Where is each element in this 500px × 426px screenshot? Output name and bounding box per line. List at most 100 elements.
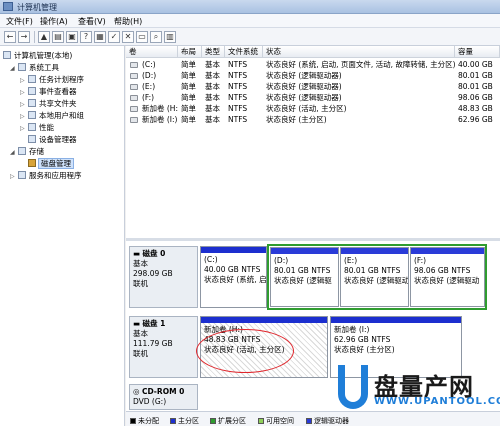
back-icon[interactable]: ← xyxy=(4,31,16,43)
cell-filesystem: NTFS xyxy=(228,115,248,124)
watermark: 盘量产网 WWW.UPANTOOL.COM xyxy=(338,365,500,413)
tree-label: 服务和应用程序 xyxy=(29,171,82,180)
users-icon xyxy=(28,111,36,119)
storage-icon xyxy=(18,147,26,155)
partition-size: 40.00 GB NTFS xyxy=(204,265,261,274)
properties-icon[interactable]: ▣ xyxy=(66,31,78,43)
column-header-volume[interactable]: 卷 xyxy=(126,46,178,58)
partition-label: (F:) xyxy=(414,256,427,265)
partition-size: 62.96 GB NTFS xyxy=(334,335,391,344)
tree-label: 存储 xyxy=(29,147,44,156)
menu-file[interactable]: 文件(F) xyxy=(6,16,33,27)
disk-size: 298.09 GB xyxy=(133,269,173,278)
cell-volume: 新加卷 (I:) xyxy=(142,115,178,124)
partition-size: 98.06 GB NTFS xyxy=(414,266,471,275)
table-row[interactable]: 新加卷 (I:) 简单 基本 NTFS 状态良好 (主分区) 62.96 GB xyxy=(126,115,500,125)
tree-item-event-viewer[interactable]: ▷ 事件查看器 xyxy=(20,86,77,97)
tree-item-local-users[interactable]: ▷ 本地用户和组 xyxy=(20,110,84,121)
cell-status: 状态良好 (活动, 主分区) xyxy=(266,104,347,113)
refresh-icon[interactable]: ✓ xyxy=(108,31,120,43)
tree-label: 本地用户和组 xyxy=(39,111,84,120)
disk-type: 基本 xyxy=(133,329,148,338)
cell-status: 状态良好 (系统, 启动, 页面文件, 活动, 故障转储, 主分区) xyxy=(266,60,455,69)
volume-icon xyxy=(130,62,138,68)
partition-f[interactable]: (F:) 98.06 GB NTFS 状态良好 (逻辑驱动 xyxy=(410,247,485,307)
tree-item-system-tools[interactable]: ◢ 系统工具 xyxy=(10,62,59,73)
column-header-type[interactable]: 类型 xyxy=(202,46,225,58)
tree-item-device-manager[interactable]: 设备管理器 xyxy=(28,134,77,145)
delete-icon[interactable]: ✕ xyxy=(122,31,134,43)
disk-state: 联机 xyxy=(133,279,148,288)
tree-label: 计算机管理(本地) xyxy=(14,51,73,60)
partition-c[interactable]: (C:) 40.00 GB NTFS 状态良好 (系统, 启动 xyxy=(200,246,267,308)
expand-down-icon[interactable]: ◢ xyxy=(10,65,17,72)
help-icon[interactable]: ? xyxy=(80,31,92,43)
disk-state: 联机 xyxy=(133,349,148,358)
forward-icon[interactable]: → xyxy=(18,31,30,43)
tree-item-services[interactable]: ▷ 服务和应用程序 xyxy=(10,170,82,181)
toolbar-separator xyxy=(34,31,35,43)
table-row[interactable]: (E:) 简单 基本 NTFS 状态良好 (逻辑驱动器) 80.01 GB xyxy=(126,82,500,92)
disk-size: 111.79 GB xyxy=(133,339,173,348)
cell-type: 基本 xyxy=(205,82,220,91)
show-tree-icon[interactable]: ▤ xyxy=(52,31,64,43)
expand-down-icon[interactable]: ◢ xyxy=(10,149,17,156)
cdrom-0-label[interactable]: ◎ CD-ROM 0 DVD (G:) xyxy=(129,384,198,410)
cell-filesystem: NTFS xyxy=(228,82,248,91)
tree-item-root[interactable]: 计算机管理(本地) xyxy=(3,50,72,61)
table-row[interactable]: (C:) 简单 基本 NTFS 状态良好 (系统, 启动, 页面文件, 活动, … xyxy=(126,60,500,70)
table-row[interactable]: (D:) 简单 基本 NTFS 状态良好 (逻辑驱动器) 80.01 GB xyxy=(126,71,500,81)
tree-item-shared-folders[interactable]: ▷ 共享文件夹 xyxy=(20,98,77,109)
volume-icon xyxy=(130,95,138,101)
column-header-layout[interactable]: 布局 xyxy=(178,46,202,58)
cell-volume: 新加卷 (H:) xyxy=(142,104,178,113)
menu-action[interactable]: 操作(A) xyxy=(40,16,68,27)
cell-capacity: 80.01 GB xyxy=(458,82,493,91)
primary-partition-bar xyxy=(201,247,266,253)
disk-name: CD-ROM 0 xyxy=(141,387,185,396)
column-header-capacity[interactable]: 容量 xyxy=(455,46,500,58)
table-row[interactable]: (F:) 简单 基本 NTFS 状态良好 (逻辑驱动器) 98.06 GB xyxy=(126,93,500,103)
tree-item-task-scheduler[interactable]: ▷ 任务计划程序 xyxy=(20,74,84,85)
partition-size: 80.01 GB NTFS xyxy=(274,266,331,275)
expand-right-icon[interactable]: ▷ xyxy=(10,173,17,180)
tree-item-performance[interactable]: ▷ 性能 xyxy=(20,122,54,133)
disk-name: 磁盘 0 xyxy=(142,249,166,258)
open-icon[interactable]: ▭ xyxy=(136,31,148,43)
export-icon[interactable]: ▥ xyxy=(164,31,176,43)
cell-type: 基本 xyxy=(205,71,220,80)
disk-0-label[interactable]: ▬ 磁盘 0 基本 298.09 GB 联机 xyxy=(129,246,198,308)
cell-layout: 简单 xyxy=(181,93,196,102)
expand-right-icon[interactable]: ▷ xyxy=(20,89,27,96)
cell-type: 基本 xyxy=(205,104,220,113)
menu-help[interactable]: 帮助(H) xyxy=(114,16,142,27)
tree-label: 性能 xyxy=(39,123,54,132)
cell-layout: 简单 xyxy=(181,82,196,91)
partition-d[interactable]: (D:) 80.01 GB NTFS 状态良好 (逻辑驱 xyxy=(270,247,339,307)
partition-status: 状态良好 (逻辑驱动 xyxy=(414,276,480,285)
expand-right-icon[interactable]: ▷ xyxy=(20,101,27,108)
column-header-filesystem[interactable]: 文件系统 xyxy=(225,46,263,58)
volume-list: 卷 布局 类型 文件系统 状态 容量 (C:) 简单 基本 NTFS 状态良好 … xyxy=(126,46,500,238)
partition-size: 80.01 GB NTFS xyxy=(344,266,401,275)
expand-right-icon[interactable]: ▷ xyxy=(20,113,27,120)
watermark-url: WWW.UPANTOOL.COM xyxy=(374,396,500,407)
clock-icon xyxy=(28,75,36,83)
expand-right-icon[interactable]: ▷ xyxy=(20,77,27,84)
folder-icon xyxy=(28,99,36,107)
search-icon[interactable]: ⌕ xyxy=(150,31,162,43)
up-folder-icon[interactable]: ▲ xyxy=(38,31,50,43)
cell-layout: 简单 xyxy=(181,115,196,124)
menu-view[interactable]: 查看(V) xyxy=(78,16,106,27)
tree-item-storage[interactable]: ◢ 存储 xyxy=(10,146,44,157)
column-header-status[interactable]: 状态 xyxy=(263,46,455,58)
partition-status: 状态良好 (逻辑驱动 xyxy=(344,276,409,285)
expand-right-icon[interactable]: ▷ xyxy=(20,125,27,132)
tree-label: 任务计划程序 xyxy=(39,75,84,84)
table-row[interactable]: 新加卷 (H:) 简单 基本 NTFS 状态良好 (活动, 主分区) 48.83… xyxy=(126,104,500,114)
disk-1-label[interactable]: ▬ 磁盘 1 基本 111.79 GB 联机 xyxy=(129,316,198,378)
tree-item-disk-management[interactable]: 磁盘管理 xyxy=(28,158,74,169)
console-icon[interactable]: ▦ xyxy=(94,31,106,43)
partition-e[interactable]: (E:) 80.01 GB NTFS 状态良好 (逻辑驱动 xyxy=(340,247,409,307)
cell-status: 状态良好 (逻辑驱动器) xyxy=(266,82,342,91)
